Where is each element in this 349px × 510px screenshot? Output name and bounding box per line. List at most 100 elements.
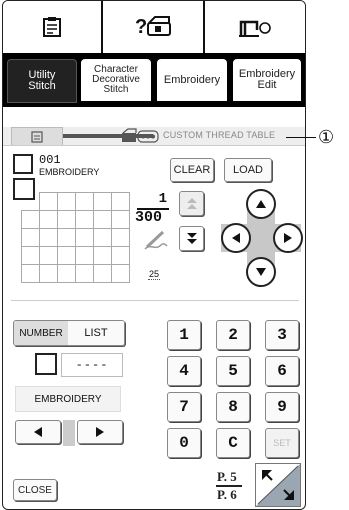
- thread-grid-cell[interactable]: [39, 264, 58, 283]
- mode-tabs: Utility Stitch Character Decorative Stit…: [3, 53, 305, 107]
- tab-utility-stitch[interactable]: Utility Stitch: [7, 59, 77, 103]
- keypad-key-9[interactable]: 9: [265, 392, 299, 422]
- keypad-key-8[interactable]: 8: [216, 392, 250, 422]
- close-label: CLOSE: [18, 484, 52, 496]
- tab-embroidery[interactable]: Embroidery: [157, 59, 227, 101]
- thread-grid-cell[interactable]: [21, 210, 40, 229]
- thread-edit-icon: [144, 230, 168, 250]
- tab-label: Character Decorative Stitch: [92, 64, 140, 95]
- scroll-up-button[interactable]: [179, 191, 204, 216]
- tab-embroidery-edit[interactable]: Embroidery Edit: [233, 59, 301, 101]
- keypad-key-c[interactable]: C: [216, 428, 250, 458]
- header-clipboard-tab[interactable]: [11, 127, 63, 145]
- thread-grid-cell[interactable]: [39, 210, 58, 229]
- thread-grid-cell[interactable]: [57, 210, 76, 229]
- thread-grid-cell[interactable]: [13, 178, 35, 200]
- page-turn-button[interactable]: [255, 463, 301, 507]
- thread-color-swatch: [13, 154, 33, 174]
- keypad-key-4[interactable]: 4: [167, 356, 201, 386]
- thread-grid-cell[interactable]: [75, 264, 94, 283]
- section-divider: [11, 300, 299, 301]
- thread-grid-cell[interactable]: [111, 210, 130, 229]
- callout-line: [286, 137, 316, 138]
- tab-label: Utility Stitch: [28, 69, 56, 92]
- thread-grid-cell[interactable]: [111, 228, 130, 247]
- move-left-button[interactable]: [221, 223, 251, 253]
- thread-grid-cell[interactable]: [39, 192, 58, 211]
- left-arrow-icon: [232, 233, 240, 243]
- thread-grid-cell[interactable]: [57, 246, 76, 265]
- thread-grid-cell[interactable]: [75, 228, 94, 247]
- double-down-arrow-icon: [186, 232, 197, 244]
- move-right-button[interactable]: [273, 223, 303, 253]
- help-button[interactable]: ?: [103, 1, 205, 53]
- thread-grid-cell[interactable]: [39, 246, 58, 265]
- page-turn-icon: [256, 464, 300, 506]
- right-triangle-icon: [96, 427, 104, 437]
- page-total: P. 6: [217, 487, 237, 502]
- thread-grid-cell[interactable]: [93, 192, 112, 211]
- thread-name: EMBROIDERY: [39, 167, 100, 177]
- down-arrow-icon: [256, 268, 266, 276]
- list-mode-button[interactable]: LIST: [68, 321, 124, 345]
- thread-table-header: CUSTOM THREAD TABLE: [3, 127, 305, 146]
- item-count: 25: [148, 269, 161, 280]
- thread-question-icon: ?: [135, 16, 171, 38]
- number-list-toggle: NUMBER LIST: [13, 320, 125, 346]
- thread-grid-cell[interactable]: [21, 228, 40, 247]
- svg-text:?: ?: [135, 16, 147, 38]
- brand-name: EMBROIDERY: [34, 393, 102, 405]
- keypad-set-button[interactable]: SET: [265, 428, 299, 458]
- number-label: NUMBER: [19, 327, 63, 339]
- machine-settings-button[interactable]: [205, 1, 305, 53]
- thread-grid-cell[interactable]: [93, 246, 112, 265]
- keypad-key-2[interactable]: 2: [216, 320, 250, 350]
- brand-field: EMBROIDERY: [15, 386, 121, 412]
- keypad-key-3[interactable]: 3: [265, 320, 299, 350]
- keypad-key-5[interactable]: 5: [216, 356, 250, 386]
- thread-grid-cell[interactable]: [57, 192, 76, 211]
- right-arrow-icon: [284, 233, 292, 243]
- clipboard-button[interactable]: [3, 1, 103, 53]
- thread-grid-cell[interactable]: [57, 228, 76, 247]
- clear-button[interactable]: CLEAR: [170, 158, 214, 182]
- brand-next-button[interactable]: [77, 420, 123, 444]
- keypad-key-6[interactable]: 6: [265, 356, 299, 386]
- load-button[interactable]: LOAD: [224, 158, 272, 182]
- keypad-key-7[interactable]: 7: [167, 392, 201, 422]
- page-current: P. 5: [217, 469, 237, 484]
- thread-grid-cell[interactable]: [111, 192, 130, 211]
- thread-grid-cell[interactable]: [21, 246, 40, 265]
- header-title: CUSTOM THREAD TABLE: [163, 130, 276, 140]
- thread-grid-cell[interactable]: [111, 264, 130, 283]
- thread-grid-cell[interactable]: [75, 246, 94, 265]
- left-triangle-icon: [34, 427, 42, 437]
- top-icon-row: ?: [3, 1, 305, 53]
- tab-label: Embroidery: [163, 73, 221, 86]
- number-mode-button[interactable]: NUMBER: [14, 321, 68, 345]
- thread-grid-cell[interactable]: [93, 228, 112, 247]
- color-code-value: ----: [75, 358, 109, 372]
- thread-grid-cell[interactable]: [111, 246, 130, 265]
- direction-pad: [217, 186, 305, 287]
- keypad-key-0[interactable]: 0: [167, 428, 201, 458]
- thread-grid-cell[interactable]: [39, 228, 58, 247]
- list-label: LIST: [84, 327, 108, 339]
- thread-grid-cell[interactable]: [75, 192, 94, 211]
- thread-grid-cell[interactable]: [93, 264, 112, 283]
- tab-character-decorative-stitch[interactable]: Character Decorative Stitch: [81, 59, 151, 101]
- brand-prev-button[interactable]: [15, 420, 61, 444]
- move-down-button[interactable]: [246, 257, 276, 287]
- total-count: 300: [135, 209, 163, 226]
- thread-grid-cell[interactable]: [93, 210, 112, 229]
- scroll-down-button[interactable]: [179, 226, 204, 251]
- thread-grid-cell[interactable]: [75, 210, 94, 229]
- clipboard-small-icon: [31, 130, 43, 143]
- close-button[interactable]: CLOSE: [13, 479, 57, 501]
- color-code-field: ----: [61, 353, 123, 377]
- current-index: 1: [158, 191, 167, 207]
- keypad-key-1[interactable]: 1: [167, 320, 201, 350]
- thread-grid-cell[interactable]: [57, 264, 76, 283]
- move-up-button[interactable]: [246, 189, 276, 219]
- thread-grid-cell[interactable]: [21, 264, 40, 283]
